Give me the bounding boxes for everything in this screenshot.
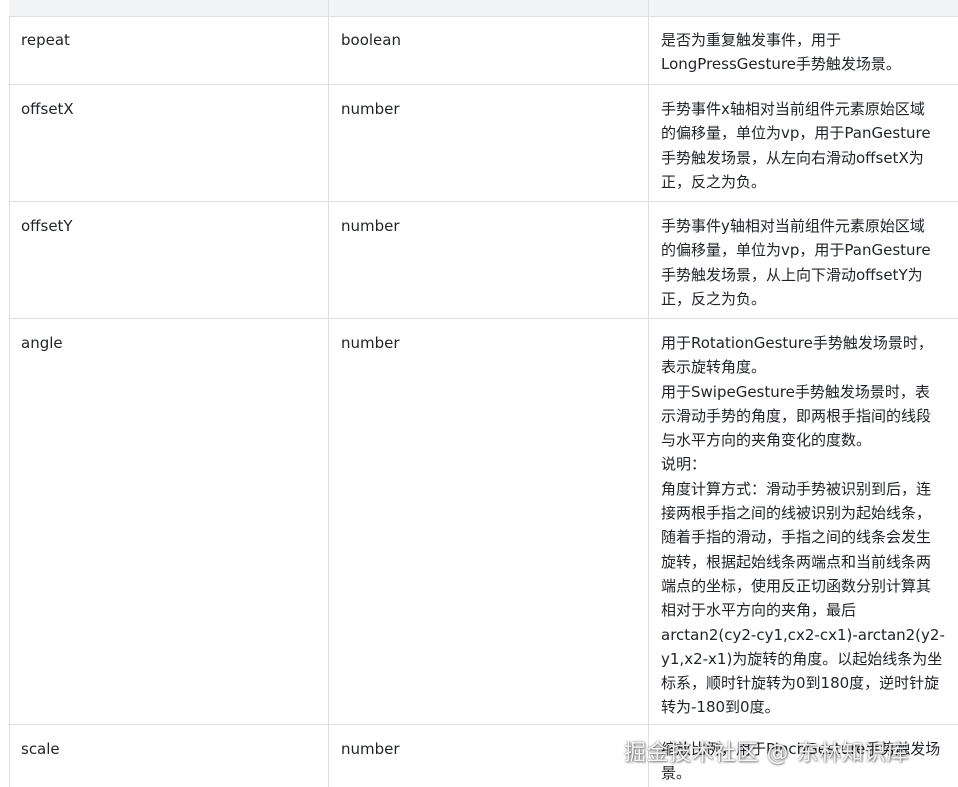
param-name: offsetY — [9, 202, 328, 318]
param-type: number — [328, 85, 648, 201]
param-type: number — [328, 202, 648, 318]
param-name: angle — [9, 319, 328, 724]
table-row: scale number 缩放比例，用于PinchGesture手势触发场 景。 — [9, 725, 958, 787]
param-description: 手势事件x轴相对当前组件元素原始区域 的偏移量，单位为vp，用于PanGestu… — [648, 85, 958, 201]
table-row: offsetX number 手势事件x轴相对当前组件元素原始区域 的偏移量，单… — [9, 85, 958, 202]
param-type: number — [328, 725, 648, 787]
param-type: boolean — [328, 16, 648, 84]
page: repeat boolean 是否为重复触发事件，用于 LongPressGes… — [0, 0, 958, 787]
param-description: 用于RotationGesture手势触发场景时， 表示旋转角度。 用于Swip… — [648, 319, 958, 724]
table-row: offsetY number 手势事件y轴相对当前组件元素原始区域 的偏移量，单… — [9, 202, 958, 319]
param-name: offsetX — [9, 85, 328, 201]
table-row: repeat boolean 是否为重复触发事件，用于 LongPressGes… — [9, 16, 958, 85]
param-description: 手势事件y轴相对当前组件元素原始区域 的偏移量，单位为vp，用于PanGestu… — [648, 202, 958, 318]
param-type: number — [328, 319, 648, 724]
param-name: scale — [9, 725, 328, 787]
table-row: angle number 用于RotationGesture手势触发场景时， 表… — [9, 319, 958, 725]
param-description: 缩放比例，用于PinchGesture手势触发场 景。 — [648, 725, 958, 787]
param-name: repeat — [9, 16, 328, 84]
table-header — [9, 0, 958, 17]
params-table: repeat boolean 是否为重复触发事件，用于 LongPressGes… — [9, 16, 958, 787]
header-divider — [328, 0, 329, 16]
param-description: 是否为重复触发事件，用于 LongPressGesture手势触发场景。 — [648, 16, 958, 84]
header-divider — [648, 0, 649, 16]
